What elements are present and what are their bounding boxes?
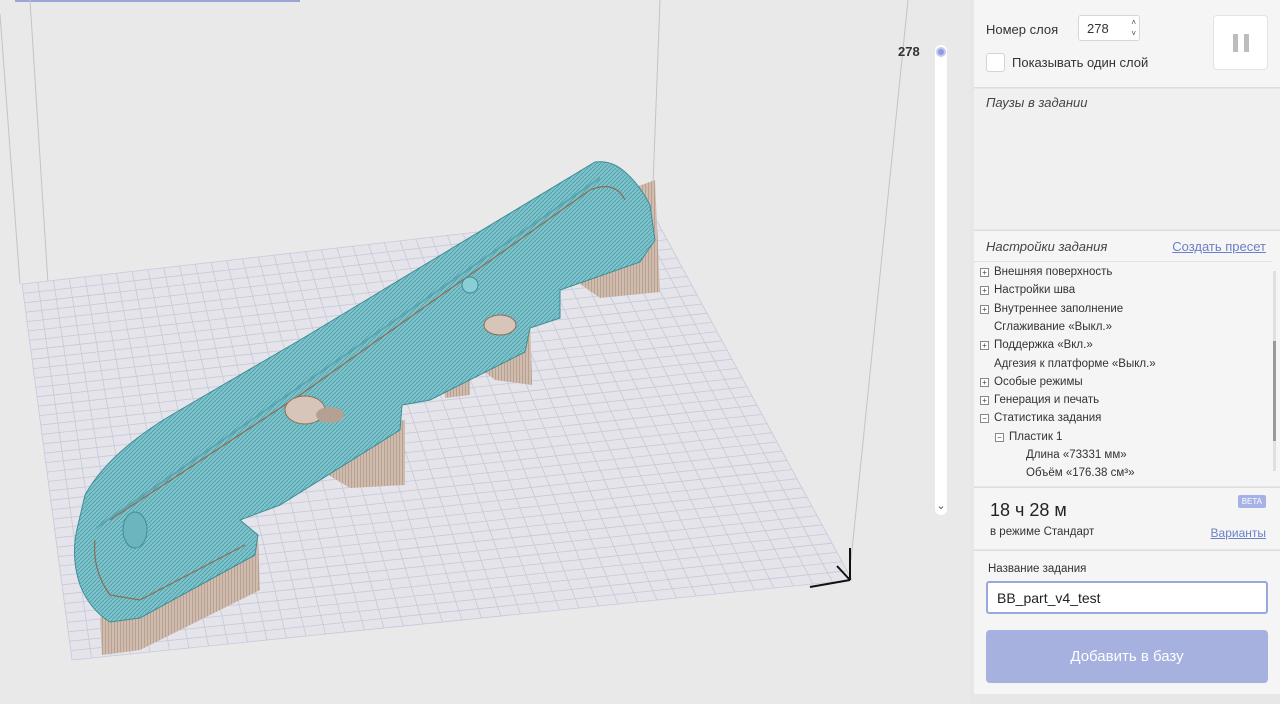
pause-icon-bar: [1244, 34, 1249, 52]
build-scene[interactable]: [0, 0, 970, 704]
settings-tree-item[interactable]: + Внешняя поверхность: [980, 266, 1112, 284]
print-time: 18 ч 28 м: [990, 500, 1067, 520]
layer-number-label: Номер слоя: [986, 22, 1059, 37]
settings-tree[interactable]: + Внешняя поверхность + Настройки шва + Внутр…: [974, 261, 1272, 483]
spin-arrows-icon[interactable]: ˄ ˅: [1131, 17, 1136, 39]
print-mode: в режиме Стандарт: [990, 526, 1095, 538]
create-preset-link[interactable]: Создать пресет: [1172, 239, 1266, 254]
layer-slider-handle[interactable]: [936, 47, 946, 57]
settings-tree-item-label: Поддержка «Вкл.»: [994, 339, 1093, 352]
settings-tree-item[interactable]: + Поддержка «Вкл.»: [980, 339, 1093, 357]
3d-viewport[interactable]: 278 ⌄: [0, 0, 970, 704]
expand-icon[interactable]: +: [980, 268, 989, 277]
variants-link[interactable]: Варианты: [1211, 526, 1266, 540]
expand-icon[interactable]: +: [980, 341, 989, 351]
show-single-layer-label: Показывать один слой: [1012, 55, 1149, 70]
job-name-label: Название задания: [988, 563, 1087, 575]
scrollbar-thumb[interactable]: [1273, 341, 1276, 441]
add-to-database-button[interactable]: Добавить в базу: [986, 630, 1268, 683]
settings-tree-item[interactable]: + Генерация и печать: [980, 394, 1099, 412]
settings-scrollbar[interactable]: [1273, 271, 1276, 471]
beta-badge: BETA: [1237, 495, 1266, 508]
pause-icon: [1233, 34, 1238, 52]
layer-slider-value: 278: [898, 44, 920, 59]
chevron-down-icon[interactable]: ⌄: [934, 499, 948, 512]
settings-tree-item[interactable]: + Настройки шва: [980, 284, 1075, 302]
layer-slider[interactable]: ⌄: [934, 45, 948, 515]
pause-button[interactable]: [1213, 15, 1268, 70]
settings-tree-item-label: Настройки шва: [994, 284, 1076, 297]
collapse-icon[interactable]: −: [995, 432, 1004, 442]
settings-tree-item: Сглаживание «Выкл.»: [994, 321, 1112, 339]
settings-tree-item-label: Внутреннее заполнение: [994, 302, 1124, 315]
layer-controls: Номер слоя 278 ˄ ˅ Показывать один слой: [974, 0, 1280, 88]
collapse-icon[interactable]: −: [980, 414, 989, 424]
settings-tree-item: Объём «176.38 см³»: [1026, 467, 1134, 483]
settings-tree-item[interactable]: − Статистика задания: [980, 412, 1101, 430]
job-settings-section: Настройки задания Создать пресет + Внешня…: [974, 230, 1280, 486]
settings-tree-item-label: Длина «73331 мм»: [1026, 449, 1127, 461]
settings-tree-item: Длина «73331 мм»: [1026, 449, 1127, 467]
right-panel: Номер слоя 278 ˄ ˅ Показывать один слой П…: [974, 0, 1280, 704]
job-name-input[interactable]: BB_part_v4_test: [986, 581, 1268, 614]
settings-tree-item-label: Сглаживание «Выкл.»: [994, 320, 1113, 333]
pauses-section: Паузы в задании: [974, 89, 1280, 229]
settings-tree-item-label: Особые режимы: [994, 375, 1083, 388]
slicer-app: 278 ⌄ Номер слоя 278 ˄ ˅ Показывать один …: [0, 0, 1280, 704]
pauses-title: Паузы в задании: [986, 95, 1088, 110]
settings-tree-item: Адгезия к платформе «Выкл.»: [994, 358, 1156, 376]
layer-number-value: 278: [1087, 21, 1109, 36]
settings-title: Настройки задания: [986, 239, 1108, 254]
settings-tree-item[interactable]: + Внутреннее заполнение: [980, 303, 1123, 321]
layer-number-input[interactable]: 278 ˄ ˅: [1078, 15, 1140, 41]
show-single-layer-checkbox[interactable]: [986, 53, 1005, 72]
settings-tree-item-label: Адгезия к платформе «Выкл.»: [994, 357, 1156, 370]
settings-tree-item-label: Генерация и печать: [994, 394, 1100, 407]
expand-icon[interactable]: +: [980, 377, 989, 387]
settings-tree-item-label: Пластик 1: [1009, 430, 1063, 443]
settings-tree-item-label: Внешняя поверхность: [994, 266, 1113, 278]
expand-icon[interactable]: +: [980, 304, 989, 314]
settings-tree-item[interactable]: + Особые режимы: [980, 376, 1083, 394]
settings-tree-item-label: Статистика задания: [994, 412, 1102, 425]
print-estimate: 18 ч 28 м в режиме Стандарт BETA Вариант…: [974, 487, 1280, 549]
job-name-section: Название задания BB_part_v4_test Добавит…: [974, 550, 1280, 694]
layer-slider-track[interactable]: [935, 45, 947, 515]
settings-tree-item-label: Объём «176.38 см³»: [1026, 467, 1135, 480]
expand-icon[interactable]: +: [980, 286, 989, 296]
expand-icon[interactable]: +: [980, 396, 989, 406]
settings-tree-item[interactable]: − Пластик 1: [995, 431, 1062, 449]
